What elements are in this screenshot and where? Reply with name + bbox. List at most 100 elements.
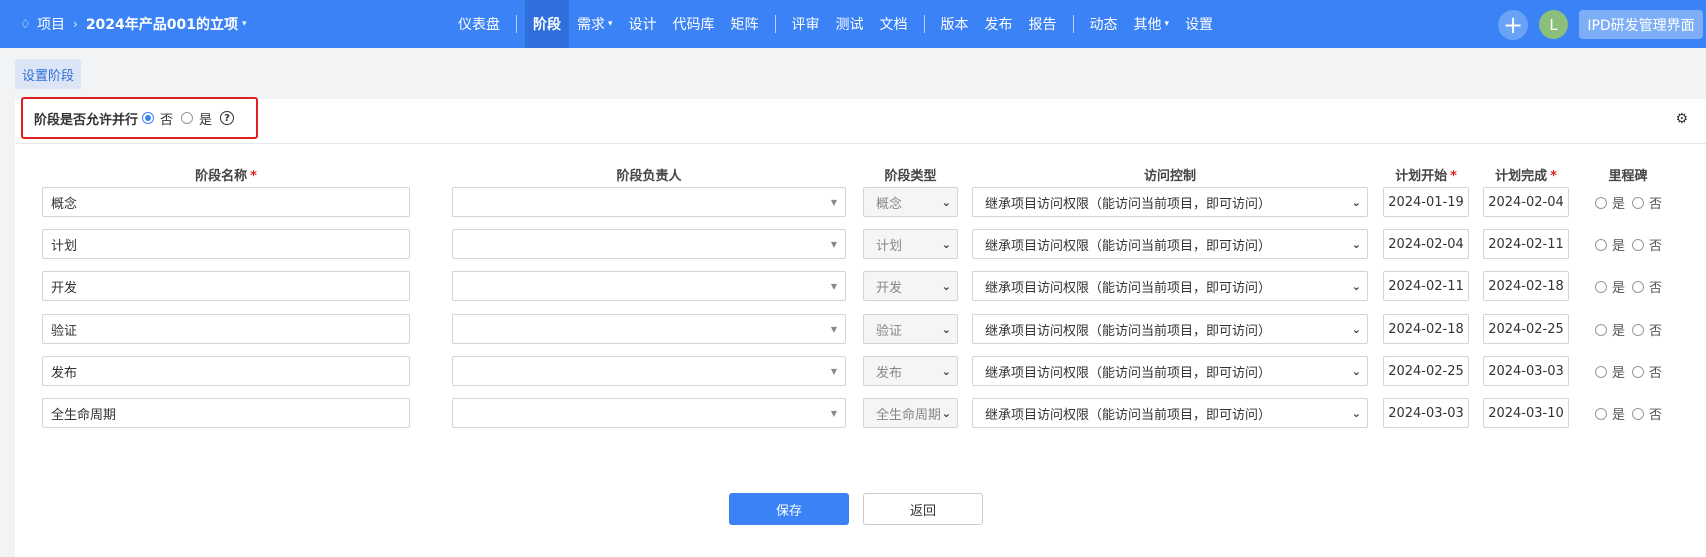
milestone-no-radio[interactable] — [1632, 365, 1645, 378]
project-icon: ♢ — [20, 17, 31, 31]
plan-end-input[interactable]: 2024-02-18 — [1483, 271, 1569, 301]
nav-settings[interactable]: 设置 — [1177, 0, 1221, 48]
stage-owner-select[interactable]: ▼ — [452, 314, 846, 344]
parallel-option-no-label: 否 — [160, 112, 174, 128]
access-control-select[interactable]: 继承项目访问权限（能访问当前项目，即可访问） ⌄ — [972, 271, 1368, 301]
top-navigation-bar: ♢ 项目 › 2024年产品001的立项 ▾ 仪表盘 阶段 需求 ▾ 设计 代码库… — [0, 0, 1706, 48]
help-icon[interactable]: ? — [220, 111, 235, 125]
stage-type-select[interactable]: 全生命周期 ⌄ — [863, 398, 958, 428]
stage-owner-select[interactable]: ▼ — [452, 398, 846, 428]
stage-owner-select[interactable]: ▼ — [452, 187, 846, 217]
stage-name-input[interactable]: 计划 — [42, 229, 410, 259]
stage-type-select[interactable]: 计划 ⌄ — [863, 229, 958, 259]
caret-down-icon: ▼ — [830, 366, 837, 376]
radio-selected-icon[interactable] — [142, 112, 155, 124]
stage-owner-select[interactable]: ▼ — [452, 229, 846, 259]
nav-dashboard[interactable]: 仪表盘 — [450, 0, 508, 48]
stage-type-select[interactable]: 发布 ⌄ — [863, 356, 958, 386]
milestone-no-radio[interactable] — [1632, 196, 1645, 209]
stage-name-input[interactable]: 开发 — [42, 271, 410, 301]
stage-type-select[interactable]: 开发 ⌄ — [863, 271, 958, 301]
chevron-down-icon: ⌄ — [939, 237, 951, 251]
stage-type-value: 验证 — [876, 323, 903, 339]
required-mark: * — [250, 169, 257, 184]
plan-end-input[interactable]: 2024-02-04 — [1483, 187, 1569, 217]
milestone-no-label: 否 — [1649, 281, 1663, 296]
nav-version[interactable]: 版本 — [933, 0, 977, 48]
access-control-value: 继承项目访问权限（能访问当前项目，即可访问） — [985, 323, 1272, 339]
milestone-no-radio[interactable] — [1632, 280, 1645, 293]
nav-matrix[interactable]: 矩阵 — [723, 0, 767, 48]
plan-start-input[interactable]: 2024-02-25 — [1383, 356, 1469, 386]
header-stage-name: 阶段名称 * — [42, 165, 410, 185]
milestone-no-label: 否 — [1649, 408, 1663, 423]
stage-settings-panel: 阶段是否允许并行 否 是 ? ⚙ 阶段名称 * 阶段负责人 阶段类型 访问控制 计… — [15, 97, 1706, 557]
nav-divider — [774, 15, 776, 33]
nav-stage[interactable]: 阶段 — [525, 0, 569, 48]
ipd-management-button[interactable]: IPD研发管理界面 — [1579, 10, 1703, 39]
plan-start-input[interactable]: 2024-02-04 — [1383, 229, 1469, 259]
milestone-yes-label: 是 — [1612, 366, 1626, 381]
gear-icon[interactable]: ⚙ — [1675, 111, 1688, 127]
stage-name-input[interactable]: 发布 — [42, 356, 410, 386]
plan-start-input[interactable]: 2024-03-03 — [1383, 398, 1469, 428]
milestone-yes-radio[interactable] — [1595, 323, 1607, 336]
milestone-yes-radio[interactable] — [1595, 407, 1607, 420]
milestone-yes-radio[interactable] — [1595, 280, 1607, 293]
nav-activity[interactable]: 动态 — [1082, 0, 1126, 48]
plan-start-input[interactable]: 2024-01-19 — [1383, 187, 1469, 217]
nav-review[interactable]: 评审 — [784, 0, 828, 48]
stage-type-select[interactable]: 概念 ⌄ — [863, 187, 958, 217]
avatar[interactable]: L — [1539, 10, 1568, 39]
nav-requirements[interactable]: 需求 ▾ — [569, 0, 621, 48]
access-control-select[interactable]: 继承项目访问权限（能访问当前项目，即可访问） ⌄ — [972, 398, 1368, 428]
milestone-yes-radio[interactable] — [1595, 238, 1607, 251]
back-button[interactable]: 返回 — [863, 493, 983, 525]
plus-icon[interactable]: + — [1498, 10, 1528, 40]
header-plan-end: 计划完成 * — [1483, 165, 1569, 185]
parallel-option-no[interactable]: 否 — [142, 109, 173, 128]
access-control-value: 继承项目访问权限（能访问当前项目，即可访问） — [985, 365, 1272, 381]
radio-icon[interactable] — [181, 112, 194, 124]
stage-name-input[interactable]: 验证 — [42, 314, 410, 344]
milestone-yes-radio[interactable] — [1595, 196, 1607, 209]
stage-type-select[interactable]: 验证 ⌄ — [863, 314, 958, 344]
milestone-yes-radio[interactable] — [1595, 365, 1607, 378]
chevron-down-icon[interactable]: ▾ — [242, 19, 247, 29]
plan-start-input[interactable]: 2024-02-18 — [1383, 314, 1469, 344]
stage-type-value: 计划 — [876, 238, 903, 254]
plan-start-input[interactable]: 2024-02-11 — [1383, 271, 1469, 301]
milestone-no-label: 否 — [1649, 239, 1663, 254]
save-button[interactable]: 保存 — [729, 493, 849, 525]
plan-end-input[interactable]: 2024-03-10 — [1483, 398, 1569, 428]
stage-owner-select[interactable]: ▼ — [452, 271, 846, 301]
parallel-option-yes[interactable]: 是 — [181, 109, 212, 128]
nav-release[interactable]: 发布 — [977, 0, 1021, 48]
access-control-select[interactable]: 继承项目访问权限（能访问当前项目，即可访问） ⌄ — [972, 314, 1368, 344]
breadcrumb-project[interactable]: 2024年产品001的立项 — [86, 14, 238, 34]
tab-set-stage[interactable]: 设置阶段 — [15, 59, 81, 89]
stage-name-input[interactable]: 全生命周期 — [42, 398, 410, 428]
plan-end-input[interactable]: 2024-02-11 — [1483, 229, 1569, 259]
milestone-no-radio[interactable] — [1632, 238, 1645, 251]
plan-end-input[interactable]: 2024-02-25 — [1483, 314, 1569, 344]
access-control-select[interactable]: 继承项目访问权限（能访问当前项目，即可访问） ⌄ — [972, 187, 1368, 217]
milestone-yes-label: 是 — [1612, 281, 1626, 296]
nav-docs[interactable]: 文档 — [872, 0, 916, 48]
chevron-down-icon: ⌄ — [1351, 364, 1361, 378]
caret-down-icon: ▼ — [830, 197, 837, 207]
access-control-select[interactable]: 继承项目访问权限（能访问当前项目，即可访问） ⌄ — [972, 356, 1368, 386]
nav-other[interactable]: 其他 ▾ — [1126, 0, 1178, 48]
stage-name-input[interactable]: 概念 — [42, 187, 410, 217]
nav-test[interactable]: 测试 — [828, 0, 872, 48]
access-control-select[interactable]: 继承项目访问权限（能访问当前项目，即可访问） ⌄ — [972, 229, 1368, 259]
milestone-no-radio[interactable] — [1632, 407, 1645, 420]
milestone-no-radio[interactable] — [1632, 323, 1645, 336]
nav-design[interactable]: 设计 — [621, 0, 665, 48]
stage-owner-select[interactable]: ▼ — [452, 356, 846, 386]
milestone-no-label: 否 — [1649, 197, 1663, 212]
breadcrumb-root[interactable]: 项目 — [37, 14, 65, 34]
plan-end-input[interactable]: 2024-03-03 — [1483, 356, 1569, 386]
nav-code-repo[interactable]: 代码库 — [665, 0, 723, 48]
nav-report[interactable]: 报告 — [1021, 0, 1065, 48]
